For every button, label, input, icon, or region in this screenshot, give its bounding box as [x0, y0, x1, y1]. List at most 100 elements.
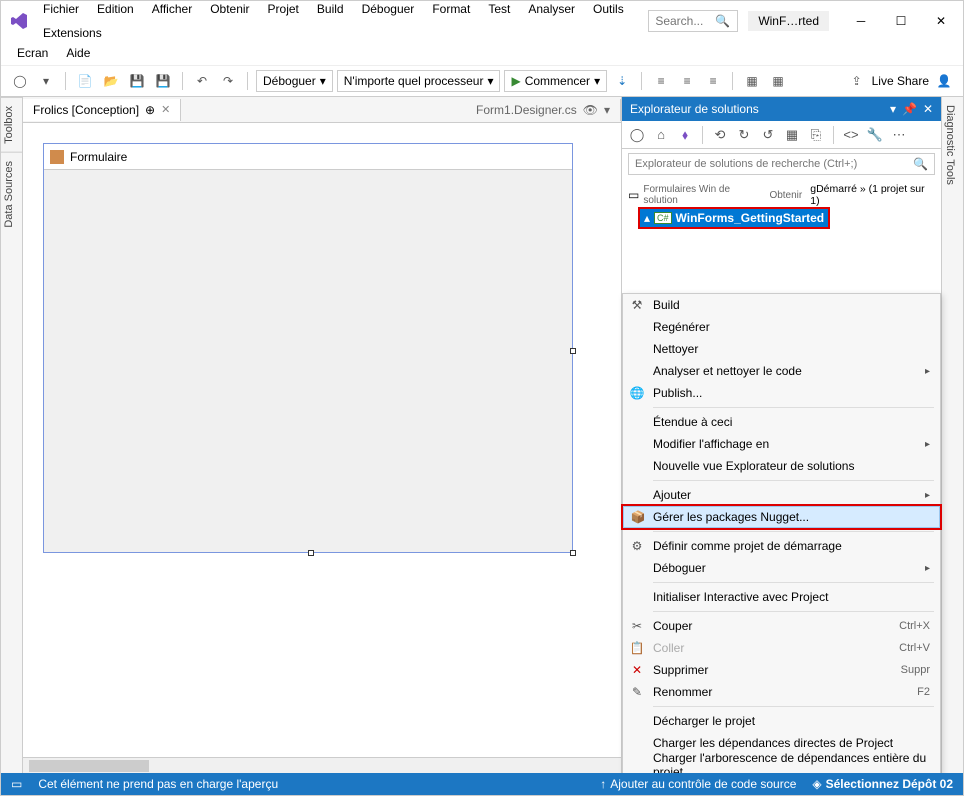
account-icon[interactable]: 👤 [933, 70, 955, 92]
solexp-pin-icon[interactable]: 📌 [902, 102, 917, 116]
preview-icon: 👁 [583, 103, 598, 117]
menu-test[interactable]: Test [480, 0, 518, 20]
menu-analyze[interactable]: Analyser [520, 0, 583, 20]
sx-copy-button[interactable]: ⎘ [805, 124, 827, 146]
grid-button[interactable]: ▦ [741, 70, 763, 92]
menu-project[interactable]: Projet [260, 0, 307, 20]
menu-screen[interactable]: Ecran [9, 42, 56, 64]
ctx-cut[interactable]: ✂CouperCtrl+X [623, 615, 940, 637]
ctx-add[interactable]: Ajouter▸ [623, 484, 940, 506]
close-tab-icon[interactable]: ✕ [161, 103, 170, 116]
delete-icon: ✕ [629, 663, 645, 677]
solexp-title: Explorateur de solutions [630, 102, 759, 116]
nav-fwd-button[interactable]: ▾ [35, 70, 57, 92]
align-center-button[interactable]: ≡ [676, 70, 698, 92]
build-icon: ⚒ [629, 298, 645, 312]
close-button[interactable]: ✕ [927, 10, 955, 32]
layers-button[interactable]: ▦ [767, 70, 789, 92]
menu-tools[interactable]: Outils [585, 0, 632, 20]
toolbox-tab[interactable]: Toolbox [1, 97, 22, 152]
sx-switch-button[interactable]: ⬧ [674, 124, 696, 146]
dropdown-icon[interactable]: ▾ [604, 103, 610, 117]
sx-more-button[interactable]: ⋯ [888, 124, 910, 146]
cut-icon: ✂ [629, 619, 645, 633]
doc-tab-active[interactable]: Frolics [Conception] ⊕ ✕ [23, 99, 181, 121]
csharp-project-icon: C# [654, 212, 672, 224]
sx-properties-button[interactable]: 🔧 [864, 124, 886, 146]
pin-icon[interactable]: ⊕ [145, 103, 155, 117]
save-all-button[interactable]: 💾 [152, 70, 174, 92]
menu-build[interactable]: Build [309, 0, 352, 20]
status-icon: ▭ [11, 777, 22, 791]
liveshare-icon[interactable]: ⇪ [846, 70, 868, 92]
paste-icon: 📋 [629, 641, 645, 655]
globe-icon: 🌐 [629, 386, 645, 400]
status-source-control[interactable]: ↑Ajouter au contrôle de code source [600, 777, 796, 791]
menu-edit[interactable]: Edition [89, 0, 142, 20]
ctx-publish[interactable]: 🌐Publish... [623, 382, 940, 404]
sx-showall-button[interactable]: ▦ [781, 124, 803, 146]
status-left: Cet élément ne prend pas en charge l'ape… [38, 777, 278, 791]
menu-get[interactable]: Obtenir [202, 0, 257, 20]
ctx-init-interactive[interactable]: Initialiser Interactive avec Project [623, 586, 940, 608]
project-node[interactable]: ▴ C# WinForms_GettingStarted [640, 209, 828, 227]
ctx-nuget[interactable]: 📦Gérer les packages Nugget... [623, 506, 940, 528]
minimize-button[interactable]: ─ [847, 10, 875, 32]
menu-debug[interactable]: Déboguer [354, 0, 423, 20]
solexp-close-icon[interactable]: ✕ [923, 102, 933, 116]
nuget-icon: 📦 [630, 510, 646, 524]
ctx-analyze[interactable]: Analyser et nettoyer le code▸ [623, 360, 940, 382]
align-right-button[interactable]: ≡ [702, 70, 724, 92]
sx-code-button[interactable]: <> [840, 124, 862, 146]
ctx-change-view[interactable]: Modifier l'affichage en▸ [623, 433, 940, 455]
solution-icon: ▭ [628, 188, 639, 202]
sx-sync-button[interactable]: ⟲ [709, 124, 731, 146]
ctx-unload[interactable]: Décharger le projet [623, 710, 940, 732]
ctx-set-startup[interactable]: ⚙Définir comme projet de démarrage [623, 535, 940, 557]
ctx-debug[interactable]: Déboguer▸ [623, 557, 940, 579]
ctx-load-tree[interactable]: Charger l'arborescence de dépendances en… [623, 754, 940, 773]
ctx-scope[interactable]: Étendue à ceci [623, 411, 940, 433]
rename-icon: ✎ [629, 685, 645, 699]
quick-search[interactable]: 🔍 [648, 10, 738, 32]
data-sources-tab[interactable]: Data Sources [1, 152, 22, 236]
vs-logo [9, 11, 29, 31]
ctx-build[interactable]: ⚒Build [623, 294, 940, 316]
open-button[interactable]: 📂 [100, 70, 122, 92]
diagnostic-tab[interactable]: Diagnostic Tools [942, 97, 958, 193]
undo-button[interactable]: ↶ [191, 70, 213, 92]
sx-refresh-button[interactable]: ↻ [733, 124, 755, 146]
ctx-clean[interactable]: Nettoyer [623, 338, 940, 360]
nav-back-button[interactable]: ◯ [9, 70, 31, 92]
form-designer-surface[interactable]: Formulaire [43, 143, 573, 553]
menu-help[interactable]: Aide [58, 42, 98, 64]
sx-back-button[interactable]: ◯ [626, 124, 648, 146]
gear-icon: ⚙ [629, 539, 645, 553]
horizontal-scrollbar[interactable] [23, 757, 621, 773]
start-debug-button[interactable]: ▶ Commencer▾ [504, 70, 607, 92]
ctx-rename[interactable]: ✎RenommerF2 [623, 681, 940, 703]
align-left-button[interactable]: ≡ [650, 70, 672, 92]
sx-collapse-button[interactable]: ↺ [757, 124, 779, 146]
search-input[interactable] [655, 14, 715, 28]
doc-tab-inactive[interactable]: Form1.Designer.cs 👁 ▾ [466, 99, 621, 121]
solexp-search-input[interactable] [635, 158, 913, 170]
config-combo[interactable]: Déboguer▾ [256, 70, 333, 92]
maximize-button[interactable]: ☐ [887, 10, 915, 32]
menu-file[interactable]: Fichier [35, 0, 87, 20]
save-button[interactable]: 💾 [126, 70, 148, 92]
status-repo[interactable]: ◈Sélectionnez Dépôt 02 [812, 777, 953, 791]
sx-home-button[interactable]: ⌂ [650, 124, 672, 146]
new-item-button[interactable]: 📄 [74, 70, 96, 92]
step-button[interactable]: ⇣ [611, 70, 633, 92]
solution-node[interactable]: ▭ Formulaires Win de solution Obtenir gD… [628, 181, 935, 209]
ctx-delete[interactable]: ✕SupprimerSuppr [623, 659, 940, 681]
menu-format[interactable]: Format [424, 0, 478, 20]
liveshare-label[interactable]: Live Share [872, 74, 929, 88]
platform-combo[interactable]: N'importe quel processeur▾ [337, 70, 501, 92]
solexp-dropdown-icon[interactable]: ▾ [890, 102, 896, 116]
ctx-rebuild[interactable]: Regénérer [623, 316, 940, 338]
redo-button[interactable]: ↷ [217, 70, 239, 92]
ctx-new-view[interactable]: Nouvelle vue Explorateur de solutions [623, 455, 940, 477]
menu-view[interactable]: Afficher [144, 0, 200, 20]
